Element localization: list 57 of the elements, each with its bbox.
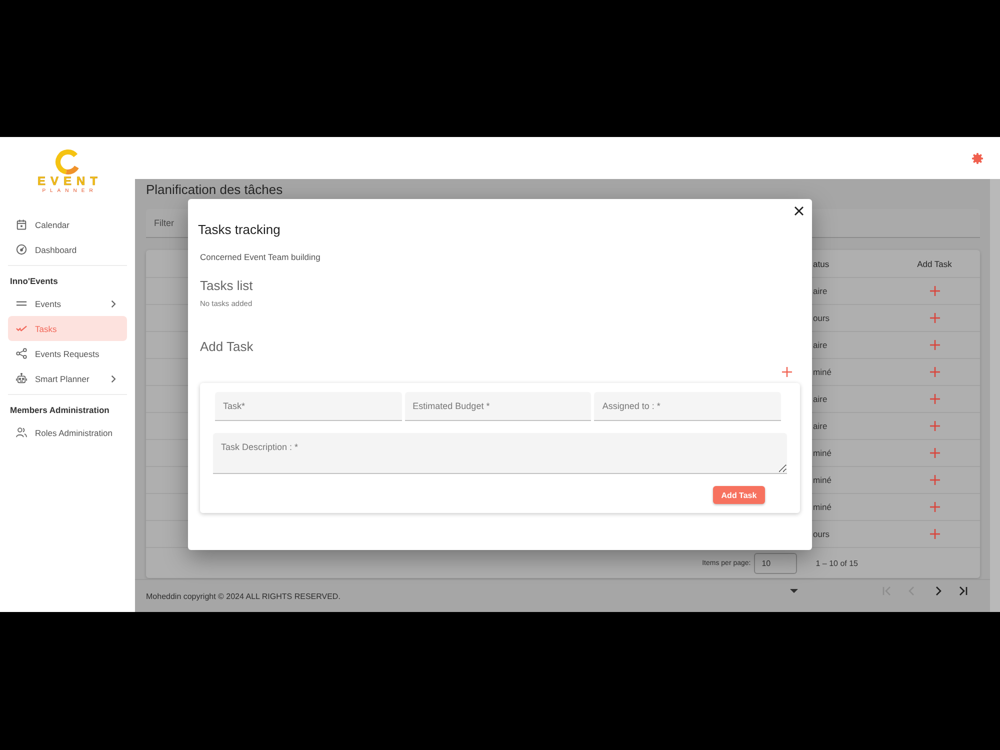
dialog-title: Tasks tracking: [198, 221, 282, 239]
input-field[interactable]: Assigned to : *: [594, 392, 781, 421]
section-heading: Tasks list: [200, 278, 254, 294]
plus-icon[interactable]: [930, 394, 940, 404]
plus-icon[interactable]: [930, 448, 940, 458]
plus-icon[interactable]: [930, 313, 940, 323]
ring-logo-icon: [54, 149, 80, 175]
settings-icon[interactable]: [972, 152, 983, 164]
table-cell: aire: [813, 286, 828, 296]
plus-icon[interactable]: [930, 340, 940, 350]
chevron-right-icon: [111, 300, 116, 308]
section-heading: Inno'Events: [9, 275, 59, 288]
close-icon[interactable]: [794, 206, 804, 216]
robot-icon: [16, 373, 27, 384]
table-cell: aire: [813, 340, 828, 350]
input-field[interactable]: Task*: [215, 392, 402, 421]
input-field[interactable]: Estimated Budget *: [404, 392, 592, 421]
plus-icon[interactable]: [930, 286, 940, 296]
table-cell: aire: [813, 421, 828, 431]
event-text: Concerned Event Team building: [200, 251, 322, 263]
nav-item[interactable]: Events: [8, 291, 127, 316]
people-icon: [16, 427, 27, 438]
table-cell: miné: [813, 367, 832, 377]
table-cell: miné: [813, 475, 832, 485]
nav-item[interactable]: Events Requests: [8, 341, 127, 366]
plus-icon[interactable]: [930, 421, 940, 431]
section-heading: Members Administration: [9, 404, 110, 417]
plus-icon[interactable]: [782, 367, 792, 377]
plus-icon[interactable]: [930, 367, 940, 377]
page-title: Planification des tâches: [146, 183, 284, 197]
caret-down-icon[interactable]: [790, 589, 798, 593]
nav-item[interactable]: Roles Administration: [8, 420, 127, 445]
table-cell: ours: [813, 529, 830, 539]
column-header[interactable]: atus: [813, 258, 830, 268]
nav-item[interactable]: Dashboard: [8, 237, 127, 262]
nav-item[interactable]: Smart Planner: [8, 366, 127, 391]
page-size-select[interactable]: 10: [754, 552, 797, 574]
calendar-icon: [16, 219, 27, 230]
column-header: Add Task: [917, 258, 952, 268]
share-icon: [16, 348, 27, 359]
double-check-icon: [16, 323, 27, 334]
chevron-right-icon: [111, 374, 116, 382]
nav-item[interactable]: Calendar: [8, 212, 127, 237]
description-field[interactable]: Task Description : *: [213, 433, 787, 474]
plus-icon[interactable]: [930, 502, 940, 512]
section-heading: Add Task: [200, 339, 254, 355]
table-cell: aire: [813, 394, 828, 404]
gauge-icon: [16, 244, 27, 255]
logo-text: EVENT: [37, 176, 102, 186]
page-range-text: 1 – 10 of 15: [816, 558, 858, 568]
table-cell: miné: [813, 448, 832, 458]
table-cell: miné: [813, 502, 832, 512]
table-cell: ours: [813, 313, 830, 323]
scrollbar-track[interactable]: [990, 179, 1000, 612]
plus-icon[interactable]: [930, 529, 940, 539]
copyright-text: Moheddin copyright © 2024 ALL RIGHTS RESERVED.: [146, 592, 340, 600]
plus-icon[interactable]: [930, 475, 940, 485]
